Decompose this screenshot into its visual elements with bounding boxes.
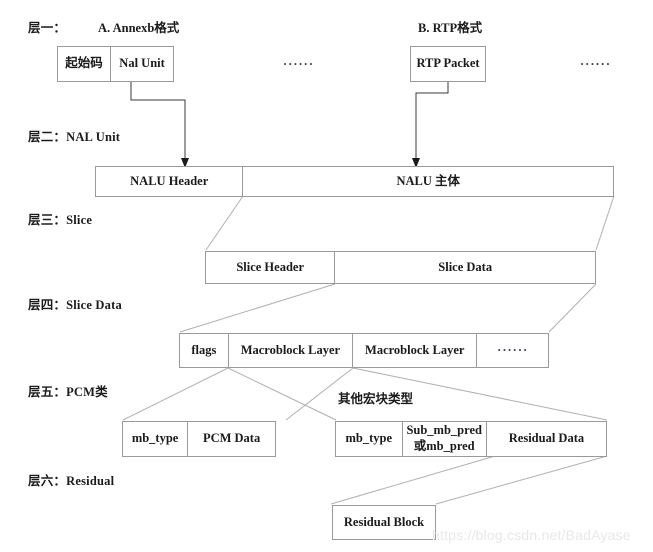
note-other-macroblock-types: 其他宏块类型 — [338, 392, 414, 406]
cell-macroblock-layer-1[interactable]: Macroblock Layer — [229, 334, 354, 367]
ellipsis-rtp: ······ — [580, 57, 612, 71]
box-pcm-macroblock[interactable]: mb_type PCM Data — [122, 421, 276, 457]
cell-pcm-data[interactable]: PCM Data — [188, 422, 275, 456]
box-other-macroblock[interactable]: mb_type Sub_mb_pred 或mb_pred Residual Da… — [335, 421, 607, 457]
cell-residual-block[interactable]: Residual Block — [333, 506, 435, 539]
layer-label-2: 层二：NAL Unit — [28, 130, 121, 144]
layer-label-3: 层三：Slice — [28, 213, 93, 227]
cell-nal-unit[interactable]: Nal Unit — [111, 47, 173, 81]
box-annexb[interactable]: 起始码 Nal Unit — [57, 46, 174, 82]
title-rtp-format: B. RTP格式 — [418, 21, 483, 35]
box-nal-unit[interactable]: NALU Header NALU 主体 — [95, 166, 614, 197]
title-annexb-format: A. Annexb格式 — [98, 21, 180, 35]
box-slice-data[interactable]: flags Macroblock Layer Macroblock Layer … — [179, 333, 549, 368]
diagram-canvas: 层一： 层二：NAL Unit 层三：Slice 层四：Slice Data 层… — [0, 0, 653, 552]
layer-label-1: 层一： — [28, 21, 67, 35]
cell-flags[interactable]: flags — [180, 334, 229, 367]
layer-label-4: 层四：Slice Data — [28, 298, 122, 312]
cell-slice-header[interactable]: Slice Header — [206, 252, 336, 283]
watermark-text: https://blog.csdn.net/BadAyase — [432, 527, 631, 543]
cell-rtp-packet[interactable]: RTP Packet — [411, 47, 485, 81]
ellipsis-annexb: ······ — [283, 57, 315, 71]
cell-other-mb-type[interactable]: mb_type — [336, 422, 403, 456]
cell-start-code[interactable]: 起始码 — [58, 47, 112, 81]
cell-pcm-mb-type[interactable]: mb_type — [123, 422, 189, 456]
box-residual-block[interactable]: Residual Block — [332, 505, 436, 540]
cell-macroblock-ellipsis: ······ — [497, 342, 529, 357]
layer-label-5: 层五：PCM类 — [28, 385, 108, 399]
cell-nalu-body[interactable]: NALU 主体 — [243, 167, 613, 196]
cell-nalu-header[interactable]: NALU Header — [96, 167, 244, 196]
box-rtp-packet[interactable]: RTP Packet — [410, 46, 486, 82]
cell-residual-data[interactable]: Residual Data — [487, 422, 606, 456]
cell-slice-data[interactable]: Slice Data — [335, 252, 595, 283]
cell-sub-mb-pred[interactable]: Sub_mb_pred 或mb_pred — [403, 422, 487, 456]
cell-macroblock-layer-2[interactable]: Macroblock Layer — [353, 334, 478, 367]
box-slice[interactable]: Slice Header Slice Data — [205, 251, 596, 284]
layer-label-6: 层六：Residual — [28, 474, 115, 488]
